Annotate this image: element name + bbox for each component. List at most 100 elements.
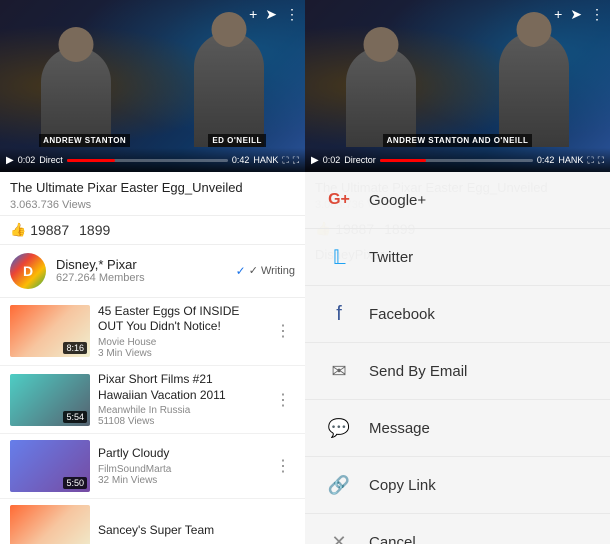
playlist-title-0: 45 Easter Eggs Of INSIDE OUT You Didn't … (98, 304, 263, 335)
right-screen-icon[interactable]: ⛶ (587, 155, 593, 166)
right-add-icon[interactable]: + (554, 6, 562, 23)
right-more-icon-top[interactable]: ⋮ (590, 6, 604, 23)
thumb-0: 8:16 (10, 305, 90, 357)
playlist-title-1: Pixar Short Films #21 Hawaiian Vacation … (98, 372, 263, 403)
play-button[interactable]: ▶ (6, 155, 14, 166)
channel-members: 627.264 Members (56, 272, 236, 284)
right-video[interactable]: ANDREW STANTON And O'NEILL + ➤ ⋮ ▶ 0:02 … (305, 0, 610, 172)
right-cc-label: HANK (558, 155, 583, 165)
person1-name-tag: ANDREW STANTON (39, 134, 130, 147)
playlist-channel-1: Meanwhile In Russia (98, 405, 263, 416)
share-icon-top[interactable]: ➤ (265, 6, 277, 23)
playlist-views-1: 51108 Views (98, 416, 263, 427)
list-item[interactable]: 5:50 Partly Cloudy FilmSoundMarta 32 Min… (0, 434, 305, 499)
time-label: Direct (39, 155, 63, 165)
right-person-name-tag: ANDREW STANTON And O'NEILL (383, 134, 533, 147)
list-item[interactable]: Sancey's Super Team (0, 499, 305, 544)
progress-bar[interactable] (67, 159, 228, 162)
right-ctrl-icons: HANK ⛶ ⛶ (558, 155, 604, 166)
thumb-1: 5:54 (10, 374, 90, 426)
dislike-count: 1899 (79, 222, 110, 238)
share-copy-link[interactable]: 🔗 Copy Link (305, 457, 610, 514)
left-video[interactable]: ANDREW STANTON ED O'NEILL + ➤ ⋮ ▶ 0:02 D… (0, 0, 305, 172)
subscribe-label: ✓ Writing (249, 264, 295, 277)
email-icon: ✉ (325, 357, 353, 385)
right-share-icon-top[interactable]: ➤ (570, 6, 582, 23)
channel-info: Disney,* Pixar 627.264 Members (56, 257, 236, 284)
right-video-controls: ▶ 0:02 Director 0:42 HANK ⛶ ⛶ (305, 148, 610, 172)
fullscreen-icon[interactable]: ⛶ (293, 155, 299, 166)
list-item[interactable]: 8:16 45 Easter Eggs Of INSIDE OUT You Di… (0, 298, 305, 366)
channel-name: Disney,* Pixar (56, 257, 236, 272)
duration-2: 5:50 (63, 477, 87, 489)
cc-label: HANK (253, 155, 278, 165)
share-facebook[interactable]: f Facebook (305, 286, 610, 343)
cancel-label: Cancel (369, 534, 416, 544)
screen-icon[interactable]: ⛶ (282, 155, 288, 166)
right-time-current: 0:02 (323, 155, 341, 165)
person1-silhouette (41, 47, 111, 147)
link-icon: 🔗 (325, 471, 353, 499)
right-time-total: 0:42 (537, 155, 555, 165)
right-video-top-bar: + ➤ ⋮ (554, 6, 604, 23)
more-button-2[interactable]: ⋮ (271, 452, 295, 480)
right-panel: ANDREW STANTON And O'NEILL + ➤ ⋮ ▶ 0:02 … (305, 0, 610, 544)
like-count: 19887 (30, 222, 69, 238)
playlist-views-2: 32 Min Views (98, 475, 263, 486)
subscribe-button[interactable]: ✓ ✓ Writing (236, 264, 295, 278)
add-icon[interactable]: + (249, 6, 257, 23)
right-progress-bar[interactable] (380, 159, 533, 162)
playlist-views-0: 3 Min Views (98, 348, 263, 359)
share-email[interactable]: ✉ Send By Email (305, 343, 610, 400)
thumb-2: 5:50 (10, 440, 90, 492)
time-current: 0:02 (18, 155, 36, 165)
right-time-label: Director (344, 155, 376, 165)
share-message[interactable]: 💬 Message (305, 400, 610, 457)
playlist-area: 8:16 45 Easter Eggs Of INSIDE OUT You Di… (0, 298, 305, 544)
channel-avatar[interactable]: D (10, 253, 46, 289)
share-twitter[interactable]: 𝕃 Twitter (305, 229, 610, 286)
playlist-info-3: Sancey's Super Team (98, 523, 295, 539)
twitter-label: Twitter (369, 249, 413, 266)
right-play-button[interactable]: ▶ (311, 155, 319, 166)
copy-link-label: Copy Link (369, 477, 436, 494)
playlist-info-2: Partly Cloudy FilmSoundMarta 32 Min View… (98, 446, 263, 486)
share-google-plus[interactable]: G+ Google+ (305, 172, 610, 229)
left-video-views: 3.063.736 Views (10, 199, 295, 211)
thumb-3 (10, 505, 90, 544)
person2-silhouette (194, 32, 264, 147)
google-plus-icon: G+ (325, 186, 353, 214)
message-icon: 💬 (325, 414, 353, 442)
message-label: Message (369, 420, 430, 437)
left-video-title: The Ultimate Pixar Easter Egg_Unveiled (10, 180, 295, 197)
twitter-icon: 𝕃 (325, 243, 353, 271)
thumbs-up-icon: 👍 (10, 222, 26, 238)
share-overlay: G+ Google+ 𝕃 Twitter f Facebook ✉ Send B… (305, 172, 610, 544)
email-label: Send By Email (369, 363, 467, 380)
duration-0: 8:16 (63, 342, 87, 354)
right-progress-fill (380, 159, 426, 162)
share-cancel[interactable]: ✕ Cancel (305, 514, 610, 544)
more-button-1[interactable]: ⋮ (271, 386, 295, 414)
like-button[interactable]: 👍 19887 (10, 222, 69, 238)
playlist-channel-0: Movie House (98, 337, 263, 348)
right-person2-silhouette (499, 32, 569, 147)
progress-fill (67, 159, 115, 162)
more-button-0[interactable]: ⋮ (271, 317, 295, 345)
playlist-title-3: Sancey's Super Team (98, 523, 295, 539)
google-plus-label: Google+ (369, 192, 426, 209)
right-fullscreen-icon[interactable]: ⛶ (598, 155, 604, 166)
duration-1: 5:54 (63, 411, 87, 423)
more-icon-top[interactable]: ⋮ (285, 6, 299, 23)
list-item[interactable]: 5:54 Pixar Short Films #21 Hawaiian Vaca… (0, 366, 305, 434)
left-panel: ANDREW STANTON ED O'NEILL + ➤ ⋮ ▶ 0:02 D… (0, 0, 305, 544)
playlist-info-0: 45 Easter Eggs Of INSIDE OUT You Didn't … (98, 304, 263, 359)
video-controls: ▶ 0:02 Direct 0:42 HANK ⛶ ⛶ (0, 148, 305, 172)
person2-name-tag: ED O'NEILL (208, 134, 266, 147)
playlist-channel-2: FilmSoundMarta (98, 464, 263, 475)
ctrl-icons: HANK ⛶ ⛶ (253, 155, 299, 166)
cancel-icon: ✕ (325, 528, 353, 544)
left-title-area: The Ultimate Pixar Easter Egg_Unveiled 3… (0, 172, 305, 216)
playlist-info-1: Pixar Short Films #21 Hawaiian Vacation … (98, 372, 263, 427)
playlist-title-2: Partly Cloudy (98, 446, 263, 462)
